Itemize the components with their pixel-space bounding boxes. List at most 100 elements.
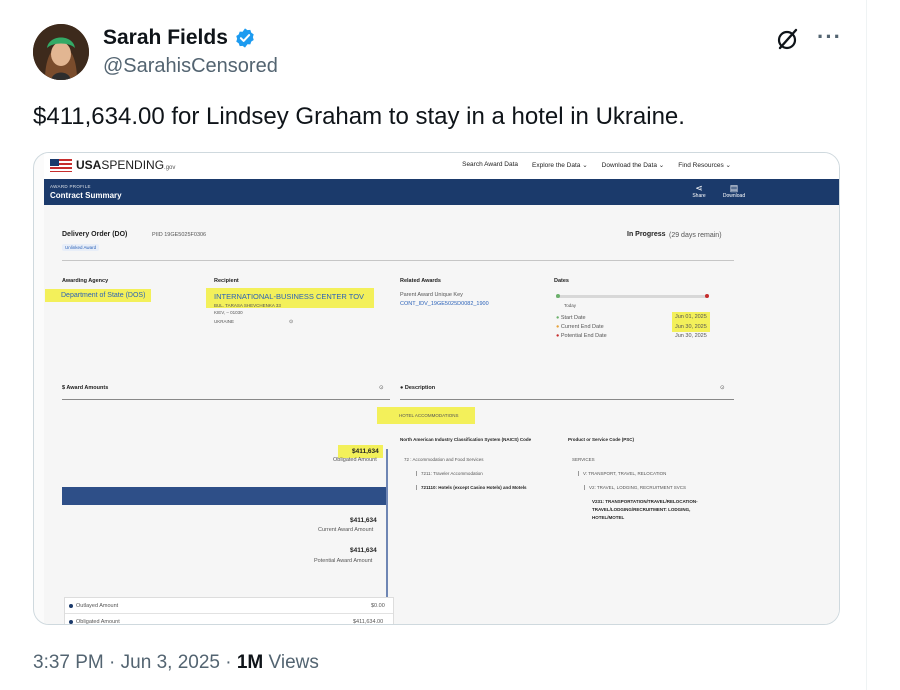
usaspending-body: Delivery Order (DO) PIID 19GE5025F0306 U… [44, 205, 839, 625]
flag-icon [50, 158, 72, 172]
status-note: (29 days remain) [669, 232, 722, 239]
psc-label: Product or Service Code (PSC) [568, 437, 635, 442]
brand-suffix: .gov [164, 165, 176, 171]
obligated-row: Obligated Amount [69, 619, 120, 625]
amount-axis-line [386, 449, 388, 617]
nav-item: Download the Data ⌄ [601, 162, 665, 169]
description-label: ● Description [400, 385, 435, 391]
potential-end-value: Jun 30, 2025 [675, 333, 707, 339]
psc-level-2: V: TRANSPORT, TRAVEL, RELOCATION [578, 471, 666, 476]
obligated-bar [62, 487, 388, 505]
timeline-end-dot [705, 294, 709, 298]
media-image[interactable]: USASPENDING.gov Search Award Data Explor… [33, 152, 840, 625]
tweet-text: $411,634.00 for Lindsey Graham to stay i… [33, 103, 685, 130]
avatar[interactable] [33, 24, 89, 80]
brand-bold: USA [76, 158, 102, 172]
contract-summary-band: AWARD PROFILE Contract Summary ⋖ Share ▤… [44, 179, 839, 205]
brand-rest: SPENDING [101, 158, 165, 172]
psc-level-4: HOTEL/MOTEL [592, 515, 625, 520]
naics-level-1: 72 : Accommodation and Food Services [404, 457, 484, 462]
start-date-label: ● Start Date [556, 315, 586, 321]
start-date-text: Start Date [560, 315, 586, 321]
naics-level-2: 7211: Traveler Accommodation [416, 471, 483, 476]
display-name[interactable]: Sarah Fields [103, 26, 228, 50]
download-action: ▤ Download [719, 183, 749, 199]
amounts-table: Outlayed Amount $0.00 Obligated Amount $… [64, 597, 394, 625]
timeline-start-dot [556, 294, 560, 298]
award-profile-kicker: AWARD PROFILE [50, 184, 91, 189]
views-count: 1M [236, 652, 264, 673]
awarding-agency-label: Awarding Agency [62, 278, 109, 284]
tweet-date[interactable]: Jun 3, 2025 [121, 652, 220, 673]
psc-level-4: TRAVEL/LODGING/RECRUITMENT: LODGING, [592, 507, 691, 512]
status: In Progress [627, 231, 666, 238]
obligated-label: Obligated Amount [333, 457, 377, 463]
download-icon: ▤ [729, 183, 739, 193]
nav-item: Search Award Data [462, 161, 518, 168]
naics-label: North American Industry Classification S… [400, 437, 532, 442]
divider [400, 399, 734, 400]
current-award-label: Current Award Amount [318, 527, 374, 533]
info-icon: ⊙ [379, 385, 384, 391]
outlayed-value: $0.00 [371, 603, 385, 609]
divider [62, 399, 390, 400]
parent-key-link: CONT_IDV_19GE5025D0082_1900 [400, 301, 489, 307]
related-awards-label: Related Awards [400, 278, 441, 284]
divider [62, 260, 734, 261]
outlayed-row: Outlayed Amount [69, 603, 118, 609]
potential-end-label: ● Potential End Date [556, 333, 607, 339]
info-icon: ⊙ [289, 319, 294, 325]
tweet-metadata: 3:37 PM · Jun 3, 2025 · 1M Views [33, 652, 319, 674]
share-action: ⋖ Share [684, 183, 714, 199]
handle[interactable]: @SarahisCensored [103, 55, 278, 78]
download-label: Download [722, 193, 746, 199]
share-icon: ⋖ [695, 183, 703, 193]
current-award-value: $411,634 [350, 517, 377, 524]
tweet-time[interactable]: 3:37 PM [33, 652, 104, 673]
description-label-text: Description [404, 385, 436, 391]
parent-key-label: Parent Award Unique Key [400, 292, 463, 298]
recipient-address-line: UKRAINE [214, 319, 235, 324]
potential-award-label: Potential Award Amount [314, 558, 373, 564]
divider [65, 613, 393, 614]
grok-icon[interactable] [775, 26, 801, 52]
potential-end-text: Potential End Date [560, 333, 607, 339]
usaspending-nav: Search Award Data Explore the Data ⌄ Dow… [462, 161, 731, 169]
recipient-address-line: KIEV, – 01030 [214, 310, 243, 315]
verified-badge-icon[interactable] [234, 27, 256, 49]
psc-level-4: V231: TRANSPORTATION/TRAVEL/RELOCATION- [592, 499, 698, 504]
order-title: Delivery Order (DO) [62, 231, 128, 238]
current-end-text: Current End Date [560, 324, 604, 330]
views-label: Views [268, 652, 319, 673]
nav-item: Explore the Data ⌄ [532, 162, 588, 169]
tweet: Sarah Fields @SarahisCensored ··· $411,6… [0, 0, 900, 690]
piid: PIID 19GE5025F0306 [152, 232, 207, 238]
usaspending-header: USASPENDING.gov Search Award Data Explor… [44, 153, 839, 179]
separator: · [225, 652, 232, 673]
naics-level-3: 721110: Hotels (except Casino Hotels) an… [416, 485, 527, 490]
obligated-row-label: Obligated Amount [76, 619, 120, 625]
info-icon: ⊙ [720, 385, 725, 391]
current-end-value: Jun 30, 2025 [672, 322, 710, 332]
current-end-label: ● Current End Date [556, 324, 604, 330]
award-amounts-label: $ Award Amounts [62, 385, 109, 391]
column-divider [866, 0, 867, 690]
description-value: HOTEL ACCOMMODATIONS [377, 407, 475, 424]
dates-label: Dates [554, 278, 569, 284]
psc-level-1: SERVICES [572, 457, 595, 462]
more-options-icon[interactable]: ··· [817, 24, 842, 50]
contract-summary-title: Contract Summary [50, 191, 122, 200]
share-label: Share [692, 193, 706, 199]
nav-item: Find Resources ⌄ [678, 162, 731, 169]
separator: · [109, 652, 116, 673]
avatar-image [33, 24, 89, 80]
potential-award-value: $411,634 [350, 547, 377, 554]
obligated-row-value: $411,634.00 [353, 619, 384, 625]
timeline-bar [556, 295, 708, 298]
psc-level-3: V2: TRAVEL, LODGING, RECRUITMENT SVCS [584, 485, 686, 490]
recipient-address-line: BUL. TARASA SHEVCHENKA 33 [214, 303, 281, 308]
awarding-agency: Department of State (DOS) [45, 289, 152, 302]
start-date-value: Jun 01, 2025 [672, 312, 710, 322]
unlinked-award-chip: Unlinked Award [62, 244, 100, 251]
today-label: Today [564, 303, 577, 308]
